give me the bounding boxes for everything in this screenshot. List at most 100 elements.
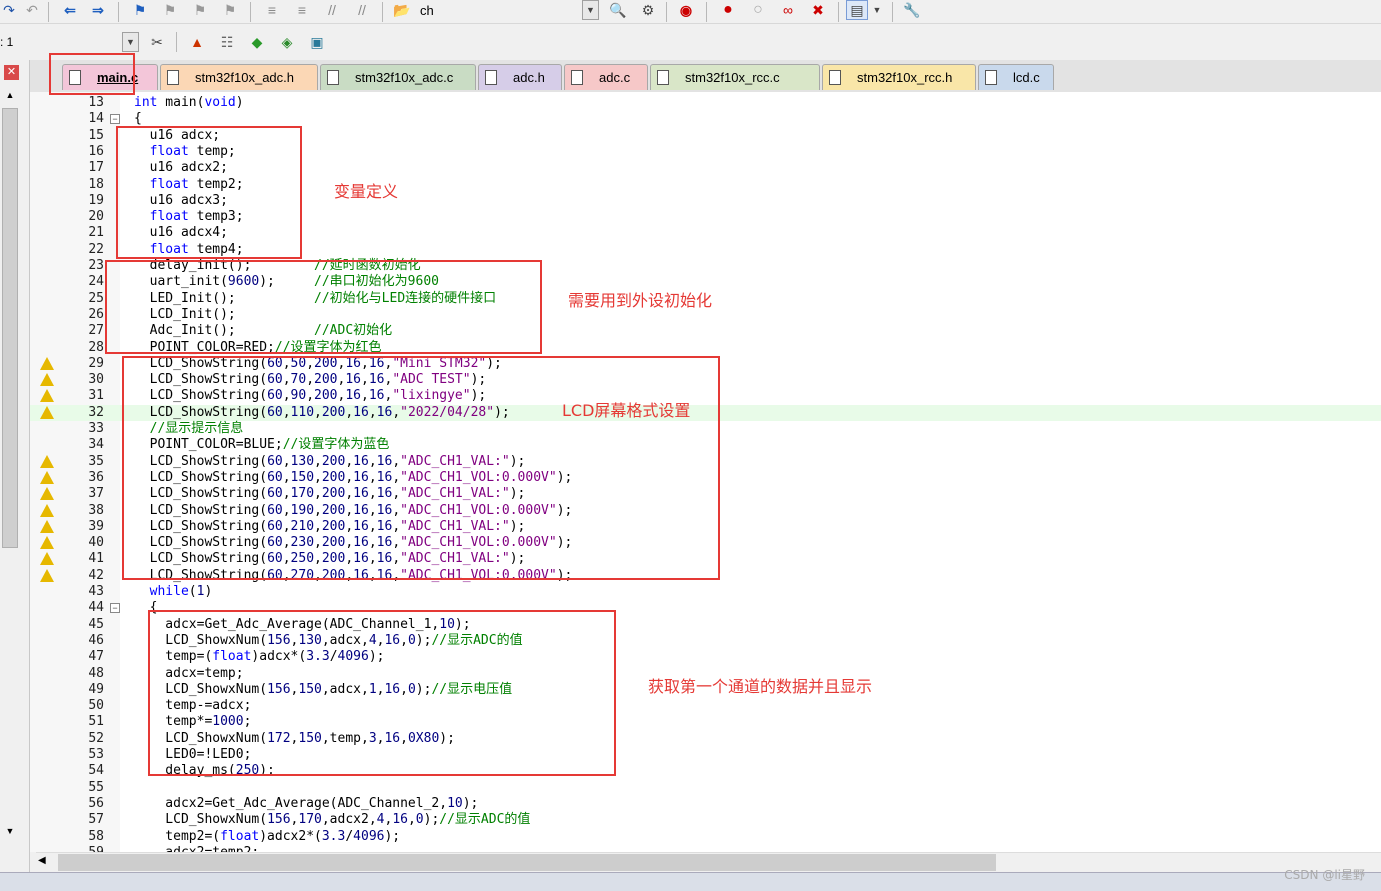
target-options-icon[interactable]: ✂ <box>146 32 168 52</box>
target-dropdown-icon[interactable]: ▼ <box>122 32 139 52</box>
configure-icon[interactable]: 🔧 <box>902 0 922 20</box>
find-text[interactable]: ch <box>420 0 450 20</box>
find-dropdown-icon[interactable]: ▼ <box>582 0 599 20</box>
warning-icon[interactable] <box>40 389 54 403</box>
warning-icon[interactable] <box>40 536 54 550</box>
file-icon <box>985 70 997 85</box>
line-number: 52 <box>88 730 104 746</box>
undo-icon[interactable]: ↶ <box>24 0 40 20</box>
code-line[interactable]: 58 temp2=(float)adcx2*(3.3/4096); <box>30 829 1381 845</box>
line-number: 54 <box>88 763 104 779</box>
file-icon <box>571 70 583 85</box>
code-text: LCD_ShowxNum(156,170,adcx2,4,16,0);//显示A… <box>134 812 531 828</box>
redo-icon[interactable]: ↷ <box>2 0 16 20</box>
line-number: 51 <box>88 714 104 730</box>
manage-project-icon[interactable]: ☷ <box>216 32 238 52</box>
incremental-find-icon[interactable]: 🔍 <box>608 0 628 20</box>
scroll-left-icon[interactable]: ◀ <box>38 855 52 871</box>
code-line[interactable]: 14 {− <box>30 111 1381 127</box>
next-bookmark-icon[interactable]: ⚑ <box>190 0 210 20</box>
uncomment-icon[interactable]: // <box>352 0 372 20</box>
scroll-down-icon[interactable]: ▼ <box>2 826 18 842</box>
line-number: 45 <box>88 616 104 632</box>
warning-icon[interactable] <box>40 405 54 419</box>
tab-label: adc.c <box>599 70 631 85</box>
status-bar <box>0 872 1381 891</box>
file-icon <box>657 70 669 85</box>
code-text: temp2=(float)adcx2*(3.3/4096); <box>134 828 401 844</box>
build-toolbar: : 1 ▼ ✂ ▲ ☷ ◆ ◈ ▣ <box>0 28 1381 58</box>
warning-icon[interactable] <box>40 487 54 501</box>
channel1-highlight-box <box>148 610 616 776</box>
browse-icon[interactable]: ⚙ <box>638 0 658 20</box>
tab-adc-c[interactable]: adc.c <box>564 64 648 90</box>
warning-icon[interactable] <box>40 356 54 370</box>
main-tab-highlight-box <box>49 53 135 95</box>
file-extensions-icon[interactable]: ▲ <box>186 32 208 52</box>
code-text: while(1) <box>149 584 213 599</box>
warning-icon[interactable] <box>40 470 54 484</box>
code-text: adcx2=temp2; <box>134 845 259 852</box>
select-packs-icon[interactable]: ◈ <box>276 32 298 52</box>
indent-icon[interactable]: ≡ <box>262 0 282 20</box>
code-line[interactable]: 13 int main(void) <box>30 95 1381 111</box>
code-line[interactable]: 57 LCD_ShowxNum(156,170,adcx2,4,16,0);//… <box>30 812 1381 828</box>
line-number: 48 <box>88 665 104 681</box>
nav-back-icon[interactable]: ⇐ <box>60 0 80 20</box>
kill-breakpoints-icon[interactable]: ✖ <box>808 0 828 20</box>
comment-icon[interactable]: // <box>322 0 342 20</box>
line-number: 14 <box>88 111 104 127</box>
tab-label: lcd.c <box>1013 70 1040 85</box>
tab-stm32f10x-rcc-c[interactable]: stm32f10x_rcc.c <box>650 64 820 90</box>
hscroll-thumb[interactable] <box>58 854 996 871</box>
panel-scrollbar[interactable]: ▲ ▼ <box>0 88 20 848</box>
find-in-files-icon[interactable]: 📂 <box>392 0 412 20</box>
file-tabs: main.c stm32f10x_adc.h stm32f10x_adc.c adc.… <box>30 60 1381 92</box>
scroll-up-icon[interactable]: ▲ <box>2 90 18 106</box>
line-number: 43 <box>88 584 104 599</box>
rte-icon[interactable]: ▣ <box>306 32 328 52</box>
debug-start-icon[interactable]: ◉ <box>676 0 696 20</box>
window-layout-icon[interactable]: ▤ <box>846 0 868 20</box>
tab-lcd-c[interactable]: lcd.c <box>978 64 1054 90</box>
tab-stm32f10x-rcc-h[interactable]: stm32f10x_rcc.h <box>822 64 976 90</box>
file-icon <box>829 70 841 85</box>
line-number: 28 <box>88 339 104 355</box>
prev-bookmark-icon[interactable]: ⚑ <box>160 0 180 20</box>
line-number: 56 <box>88 795 104 811</box>
disable-breakpoint-icon[interactable]: ○ <box>748 0 768 20</box>
channel1-annotation: 获取第一个通道的数据并且显示 <box>648 677 873 696</box>
warning-icon[interactable] <box>40 519 54 533</box>
tab-adc-h[interactable]: adc.h <box>478 64 562 90</box>
pack-installer-icon[interactable]: ◆ <box>246 32 268 52</box>
breakpoint-icon[interactable]: ● <box>718 0 738 20</box>
nav-forward-icon[interactable]: ⇒ <box>88 0 108 20</box>
warning-icon[interactable] <box>40 552 54 566</box>
line-number: 46 <box>88 632 104 648</box>
close-panel-icon[interactable]: ✕ <box>4 65 19 80</box>
warning-icon[interactable] <box>40 503 54 517</box>
tab-stm32f10x-adc-c[interactable]: stm32f10x_adc.c <box>320 64 476 90</box>
disable-all-breakpoints-icon[interactable]: ∞ <box>778 0 798 20</box>
scroll-thumb[interactable] <box>2 108 18 548</box>
warning-icon[interactable] <box>40 454 54 468</box>
warning-icon[interactable] <box>40 568 54 582</box>
tab-stm32f10x-adc-h[interactable]: stm32f10x_adc.h <box>160 64 318 90</box>
clear-bookmarks-icon[interactable]: ⚑ <box>220 0 240 20</box>
code-line[interactable]: 59 adcx2=temp2; <box>30 845 1381 852</box>
line-number: 25 <box>88 290 104 306</box>
lcd-annotation: LCD屏幕格式设置 <box>562 401 691 420</box>
warning-icon[interactable] <box>40 373 54 387</box>
horizontal-scrollbar[interactable]: ◀ <box>36 852 1381 872</box>
fold-toggle-icon[interactable]: − <box>110 114 120 125</box>
unindent-icon[interactable]: ≡ <box>292 0 312 20</box>
layout-dropdown-icon[interactable]: ▼ <box>870 0 884 20</box>
code-line[interactable]: 43 while(1) <box>30 584 1381 600</box>
periph-annotation: 需要用到外设初始化 <box>568 291 713 310</box>
fold-toggle-icon[interactable]: − <box>110 603 120 614</box>
tab-label: stm32f10x_adc.c <box>355 70 454 85</box>
code-line[interactable]: 56 adcx2=Get_Adc_Average(ADC_Channel_2,1… <box>30 796 1381 812</box>
code-line[interactable]: 55 <box>30 780 1381 796</box>
target-select[interactable]: : 1 <box>0 32 120 52</box>
bookmark-icon[interactable]: ⚑ <box>130 0 150 20</box>
